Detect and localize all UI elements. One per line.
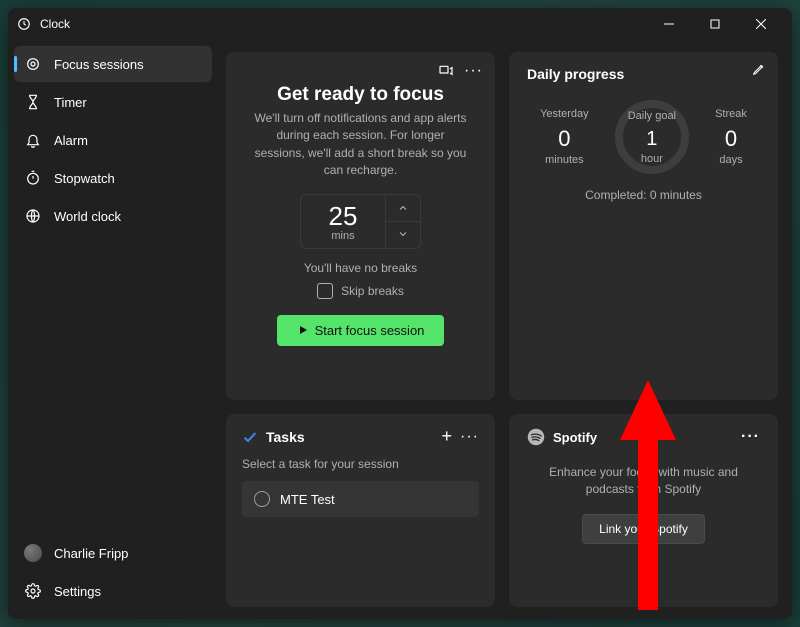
sidebar-item-world-clock[interactable]: World clock xyxy=(14,198,212,234)
stopwatch-icon xyxy=(24,169,42,187)
focus-minutes-label: mins xyxy=(331,230,354,242)
nav: Focus sessions Timer Alarm xyxy=(8,44,218,529)
spotify-title: Spotify xyxy=(553,430,597,445)
sidebar-item-label: World clock xyxy=(54,209,121,224)
start-focus-label: Start focus session xyxy=(315,323,425,338)
play-icon xyxy=(297,324,309,336)
stat-unit: minutes xyxy=(540,154,589,166)
start-focus-button[interactable]: Start focus session xyxy=(277,315,445,346)
spotify-description: Enhance your focus with music and podcas… xyxy=(527,464,760,498)
window-title: Clock xyxy=(40,17,646,31)
settings-item[interactable]: Settings xyxy=(14,573,212,609)
focus-card: ··· Get ready to focus We'll turn off no… xyxy=(226,52,495,400)
globe-icon xyxy=(24,207,42,225)
stat-value: 0 xyxy=(715,126,747,152)
sidebar-footer: Charlie Fripp Settings xyxy=(8,529,218,615)
stat-yesterday: Yesterday 0 minutes xyxy=(540,108,589,166)
link-spotify-label: Link your Spotify xyxy=(599,522,688,536)
maximize-button[interactable] xyxy=(692,8,738,40)
stat-unit: hour xyxy=(641,153,663,165)
progress-ring: Daily goal 1 hour xyxy=(615,100,689,174)
close-button[interactable] xyxy=(738,8,784,40)
sidebar-item-alarm[interactable]: Alarm xyxy=(14,122,212,158)
spotify-icon xyxy=(527,428,545,446)
decrement-button[interactable] xyxy=(386,221,420,247)
target-icon xyxy=(24,55,42,73)
more-icon[interactable]: ··· xyxy=(464,62,483,80)
focus-duration: 25 mins xyxy=(300,194,421,249)
clock-app-icon xyxy=(16,16,32,32)
tasks-card: Tasks + ··· Select a task for your sessi… xyxy=(226,414,495,607)
skip-breaks-option[interactable]: Skip breaks xyxy=(317,283,404,299)
clock-window: Clock Focus sessions xyxy=(8,8,792,619)
sidebar: Focus sessions Timer Alarm xyxy=(8,40,218,619)
sidebar-item-label: Timer xyxy=(54,95,87,110)
completed-text: Completed: 0 minutes xyxy=(527,188,760,202)
avatar xyxy=(24,544,42,562)
increment-button[interactable] xyxy=(386,195,420,221)
stat-value: 0 xyxy=(540,126,589,152)
stat-value: 1 xyxy=(646,128,657,151)
radio-icon xyxy=(254,491,270,507)
stat-label: Yesterday xyxy=(540,108,589,120)
task-item[interactable]: MTE Test xyxy=(242,481,479,517)
sidebar-item-label: Focus sessions xyxy=(54,57,144,72)
focus-description: We'll turn off notifications and app ale… xyxy=(244,110,477,180)
spotify-more-icon[interactable]: ··· xyxy=(741,428,760,446)
tasks-title: Tasks xyxy=(266,429,305,445)
user-name: Charlie Fripp xyxy=(54,546,128,561)
sidebar-item-focus-sessions[interactable]: Focus sessions xyxy=(14,46,212,82)
user-profile[interactable]: Charlie Fripp xyxy=(14,535,212,571)
progress-title: Daily progress xyxy=(527,66,760,82)
tasks-more-icon[interactable]: ··· xyxy=(460,428,479,446)
content: ··· Get ready to focus We'll turn off no… xyxy=(218,40,792,619)
focus-minutes-field[interactable]: 25 mins xyxy=(301,195,385,248)
settings-label: Settings xyxy=(54,584,101,599)
spotify-card: Spotify ··· Enhance your focus with musi… xyxy=(509,414,778,607)
add-task-button[interactable]: + xyxy=(442,426,453,447)
tasks-icon xyxy=(242,429,258,445)
hourglass-icon xyxy=(24,93,42,111)
tasks-hint: Select a task for your session xyxy=(242,457,479,471)
bell-icon xyxy=(24,131,42,149)
compact-view-icon[interactable] xyxy=(438,63,454,79)
sidebar-item-label: Alarm xyxy=(54,133,88,148)
checkbox-icon xyxy=(317,283,333,299)
titlebar: Clock xyxy=(8,8,792,40)
stat-label: Daily goal xyxy=(628,110,676,122)
stat-unit: days xyxy=(715,154,747,166)
stat-streak: Streak 0 days xyxy=(715,108,747,166)
link-spotify-button[interactable]: Link your Spotify xyxy=(582,514,705,544)
window-controls xyxy=(646,8,784,40)
gear-icon xyxy=(24,582,42,600)
daily-progress-card: Daily progress Yesterday 0 minutes Daily… xyxy=(509,52,778,400)
sidebar-item-label: Stopwatch xyxy=(54,171,115,186)
sidebar-item-timer[interactable]: Timer xyxy=(14,84,212,120)
task-label: MTE Test xyxy=(280,492,335,507)
stat-label: Streak xyxy=(715,108,747,120)
focus-minutes-value: 25 xyxy=(329,201,358,232)
minimize-button[interactable] xyxy=(646,8,692,40)
skip-breaks-label: Skip breaks xyxy=(341,284,404,298)
edit-icon[interactable] xyxy=(752,62,766,76)
sidebar-item-stopwatch[interactable]: Stopwatch xyxy=(14,160,212,196)
breaks-info: You'll have no breaks xyxy=(304,261,417,275)
focus-title: Get ready to focus xyxy=(277,84,444,106)
